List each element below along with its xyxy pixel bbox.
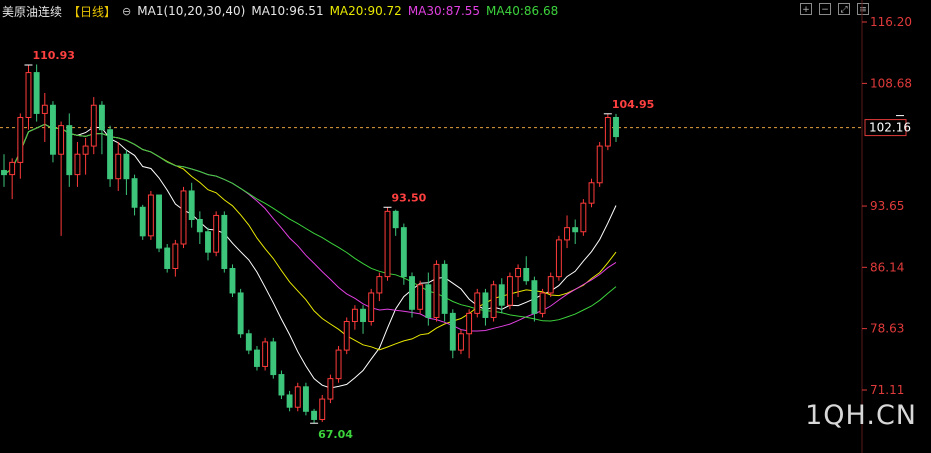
candle-up (17, 116, 24, 163)
candle-down (205, 231, 211, 253)
candle-up (74, 153, 81, 176)
candle-up (564, 227, 570, 241)
ma10-line (3, 123, 617, 389)
candle-up (25, 72, 32, 118)
candle-down (123, 153, 130, 180)
candle-up (351, 308, 358, 323)
y-tick-label: 108.68 (870, 76, 912, 90)
candle-up (515, 267, 522, 278)
y-tick-label: 86.14 (870, 260, 904, 274)
ma40-line (3, 123, 617, 322)
candle-up (90, 104, 97, 147)
candle-up (474, 292, 481, 314)
candle-down (221, 214, 228, 269)
candle-up (180, 190, 187, 245)
candle-down (482, 292, 489, 318)
candle-down (245, 333, 252, 351)
candle-down (66, 125, 73, 176)
candle-down (286, 394, 293, 408)
annotation-low1: 67.04 (318, 428, 353, 441)
candle-up (506, 276, 513, 306)
candle-down (254, 349, 260, 367)
candle-down (188, 190, 195, 221)
candle-up (335, 349, 342, 380)
candle-down (531, 280, 538, 314)
candle-down (156, 194, 162, 249)
candle-down (572, 227, 579, 233)
candle-up (417, 284, 424, 310)
candle-down (229, 267, 236, 294)
candle-down (311, 410, 318, 420)
annotation-high1: 110.93 (32, 49, 74, 62)
candle-down (613, 116, 619, 138)
candle-down (498, 284, 505, 306)
candle-up (327, 378, 334, 400)
candle-up (466, 312, 473, 335)
y-tick-label: 78.63 (870, 322, 904, 336)
candle-up (147, 194, 154, 237)
candle-up (343, 321, 350, 351)
candlestick-chart[interactable]: 116.20 108.68 93.65 86.14 78.63 71.11 102.16 11… (0, 0, 931, 453)
candle-down (270, 341, 277, 376)
annotation-high2: 104.95 (612, 98, 654, 111)
candle-up (588, 182, 595, 204)
candle-up (115, 153, 122, 180)
candle-down (98, 104, 105, 131)
candle-down (302, 386, 309, 412)
candle-up (262, 341, 269, 367)
y-tick-label: 93.65 (870, 199, 904, 213)
candle-up (41, 104, 48, 114)
candle-up (213, 214, 220, 253)
candle-up (319, 398, 326, 420)
candle-down (50, 104, 56, 155)
y-tick-label: 71.11 (870, 383, 904, 397)
candle-down (139, 206, 146, 237)
candle-down (409, 276, 415, 310)
candle-down (1, 170, 7, 176)
candle-down (441, 263, 448, 314)
candle-up (490, 284, 497, 318)
candle-up (458, 333, 464, 351)
ma20-line (3, 123, 617, 351)
candle-up (376, 276, 383, 294)
candle-up (539, 292, 546, 314)
candle-up (604, 116, 611, 147)
candle-up (58, 125, 65, 155)
candle-up (294, 386, 301, 408)
candle-down (360, 308, 366, 323)
candle-down (392, 210, 399, 229)
candle-down (131, 178, 138, 208)
candle-up (555, 239, 562, 278)
candle-up (172, 243, 179, 269)
candle-down (33, 72, 40, 114)
candle-down (523, 267, 530, 282)
candle-down (449, 312, 456, 351)
y-tick-label: 116.20 (870, 15, 912, 29)
annotation-mid_high: 93.50 (392, 191, 427, 204)
current-price-label: 102.16 (869, 121, 911, 135)
candle-up (580, 202, 587, 233)
candle-up (384, 210, 391, 278)
candle-up (368, 292, 375, 323)
candle-down (278, 374, 285, 396)
candle-down (400, 227, 407, 278)
candle-down (237, 292, 244, 335)
candle-up (596, 145, 603, 184)
candle-up (547, 276, 554, 294)
candle-down (164, 247, 171, 269)
candle-down (107, 129, 114, 180)
watermark: 1QH.CN (805, 400, 917, 431)
candle-up (82, 145, 89, 155)
candle-up (9, 161, 16, 176)
ma30-line (3, 123, 617, 332)
candle-up (433, 263, 440, 318)
candle-down (425, 284, 432, 318)
candle-down (196, 219, 203, 233)
